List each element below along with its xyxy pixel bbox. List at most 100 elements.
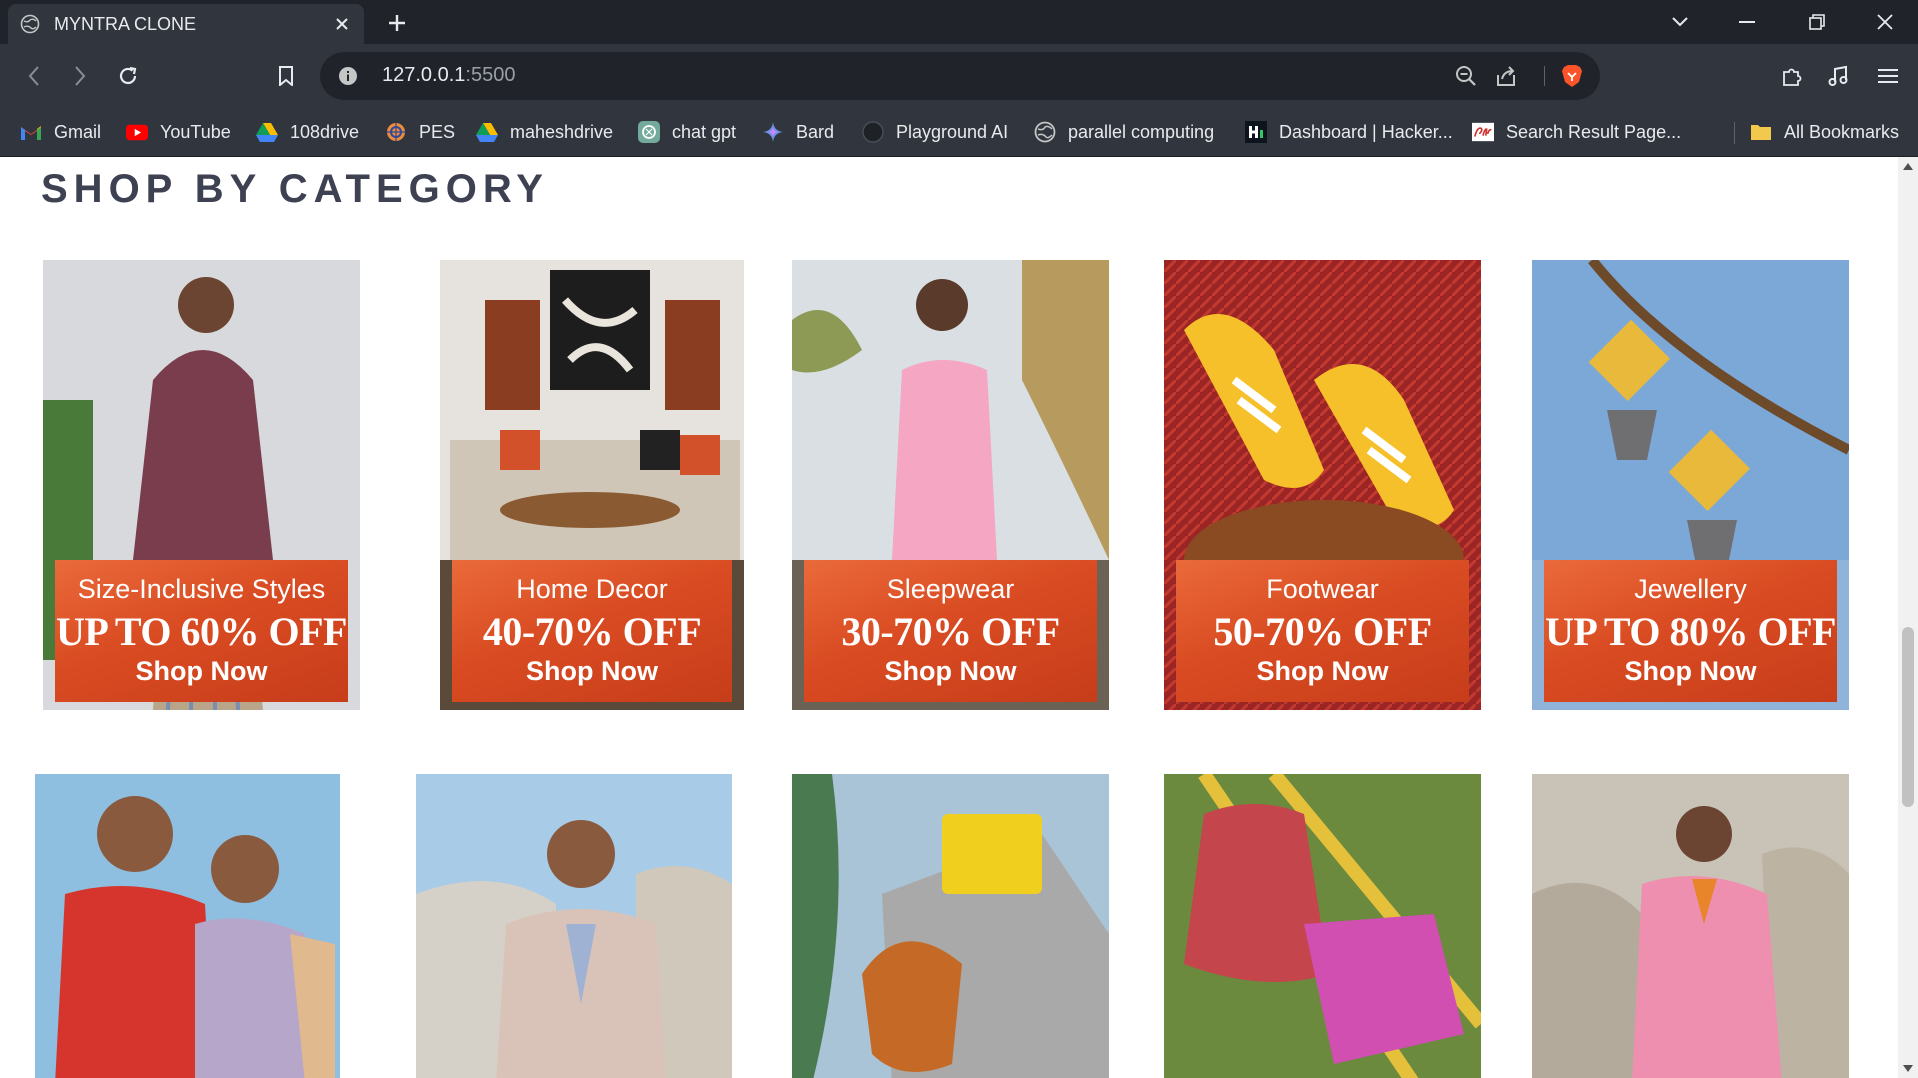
bookmark-hackerrank[interactable]: Dashboard | Hacker... <box>1245 120 1453 144</box>
category-image <box>416 774 732 1078</box>
close-window-button[interactable] <box>1865 6 1905 38</box>
category-offer: 50-70% OFF <box>1213 609 1432 654</box>
bookmark-label: Bard <box>796 121 835 142</box>
youtube-icon <box>126 121 148 143</box>
category-title: Footwear <box>1266 574 1379 604</box>
zoom-button[interactable] <box>1454 64 1478 88</box>
category-card-jewellery[interactable]: Jewellery UP TO 80% OFF Shop Now <box>1532 260 1849 710</box>
category-card-home-decor[interactable]: Home Decor 40-70% OFF Shop Now <box>440 260 744 710</box>
brave-shields-button[interactable] <box>1560 64 1584 88</box>
zoom-out-icon <box>1456 66 1476 86</box>
address-bar[interactable]: 127.0.0.1:5500 <box>320 52 1600 100</box>
globe-icon <box>20 14 40 34</box>
google-drive-icon <box>476 121 498 143</box>
reload-button[interactable] <box>112 60 144 92</box>
scroll-thumb[interactable] <box>1902 627 1914 807</box>
page-content: SHOP BY CATEGORY Size-Inclusive Styles U… <box>0 157 1898 1078</box>
bookmark-playground-ai[interactable]: Playground AI <box>862 120 1008 144</box>
bookmark-label: Dashboard | Hacker... <box>1279 121 1453 142</box>
offer-banner: Sleepwear 30-70% OFF Shop Now <box>804 560 1097 702</box>
menu-button[interactable] <box>1872 60 1904 92</box>
category-card-size-inclusive[interactable]: Size-Inclusive Styles UP TO 60% OFF Shop… <box>43 260 360 710</box>
minimize-button[interactable] <box>1727 6 1767 38</box>
bookmark-parallel-computing[interactable]: parallel computing <box>1034 120 1214 144</box>
bookmark-search-result[interactable]: Search Result Page... <box>1472 120 1681 144</box>
restore-icon <box>1809 14 1825 30</box>
brave-lion-icon <box>1562 65 1582 87</box>
active-tab[interactable]: MYNTRA CLONE <box>8 4 364 44</box>
category-offer: UP TO 60% OFF <box>56 609 347 654</box>
forward-arrow-icon <box>75 66 86 86</box>
bookmark-bard[interactable]: Bard <box>762 120 834 144</box>
category-card-sleepwear[interactable]: Sleepwear 30-70% OFF Shop Now <box>792 260 1109 710</box>
category-image <box>792 774 1109 1078</box>
globe-icon <box>1034 121 1056 143</box>
url-host: 127.0.0.1 <box>382 64 466 86</box>
back-button[interactable] <box>18 60 50 92</box>
offer-banner: Footwear 50-70% OFF Shop Now <box>1176 560 1469 702</box>
hamburger-menu-icon <box>1878 69 1898 83</box>
category-card-kids-wear[interactable] <box>1164 774 1481 1078</box>
bookmark-label: maheshdrive <box>510 121 614 142</box>
category-card-handbags[interactable] <box>792 774 1109 1078</box>
extensions-button[interactable] <box>1776 60 1808 92</box>
tab-bar: MYNTRA CLONE <box>0 0 1918 44</box>
shop-now-label: Shop Now <box>1256 656 1389 686</box>
bookmark-gmail[interactable]: Gmail <box>20 120 101 144</box>
back-arrow-icon <box>28 66 39 86</box>
new-tab-button[interactable] <box>380 8 414 38</box>
bookmark-youtube[interactable]: YouTube <box>126 120 231 144</box>
scroll-down-arrow-icon[interactable] <box>1903 1065 1913 1072</box>
bookmark-icon <box>279 66 293 86</box>
search-result-icon <box>1472 121 1494 143</box>
category-card-blazers[interactable] <box>416 774 732 1078</box>
forward-button[interactable] <box>64 60 96 92</box>
plus-icon <box>389 15 405 31</box>
reload-icon <box>119 66 137 85</box>
category-title: Size-Inclusive Styles <box>77 574 326 604</box>
bard-icon <box>762 121 784 143</box>
bookmark-label: Gmail <box>54 121 102 142</box>
google-drive-icon <box>256 121 278 143</box>
all-bookmarks-button[interactable]: All Bookmarks <box>1750 120 1899 144</box>
bookmark-label: YouTube <box>160 121 231 142</box>
bookmark-label: Search Result Page... <box>1506 121 1682 142</box>
shop-now-label: Shop Now <box>884 656 1017 686</box>
category-offer: 30-70% OFF <box>841 609 1060 654</box>
scroll-up-arrow-icon[interactable] <box>1903 163 1913 170</box>
category-title: Jewellery <box>1634 574 1747 604</box>
bookmark-label: PES <box>419 121 456 142</box>
page-scrollbar[interactable] <box>1898 157 1918 1078</box>
share-icon <box>1497 66 1515 86</box>
share-button[interactable] <box>1494 64 1518 88</box>
playground-ai-icon <box>862 121 884 143</box>
bookmark-label: Playground AI <box>896 121 1009 142</box>
gmail-icon <box>20 121 42 143</box>
hackerrank-icon <box>1245 121 1267 143</box>
bookmark-page-button[interactable] <box>270 60 302 92</box>
category-card-footwear[interactable]: Footwear 50-70% OFF Shop Now <box>1164 260 1481 710</box>
category-title: Sleepwear <box>886 574 1015 604</box>
offer-banner: Size-Inclusive Styles UP TO 60% OFF Shop… <box>55 560 348 702</box>
category-image <box>1164 774 1481 1078</box>
tab-search-button[interactable] <box>1660 6 1700 38</box>
url-port: :5500 <box>465 64 516 86</box>
category-offer: 40-70% OFF <box>482 609 702 654</box>
category-image <box>1532 774 1849 1078</box>
category-card-western-wear[interactable] <box>1532 774 1849 1078</box>
media-button[interactable] <box>1822 60 1854 92</box>
bookmark-108drive[interactable]: 108drive <box>256 120 359 144</box>
shop-now-label: Shop Now <box>135 656 268 686</box>
bookmark-maheshdrive[interactable]: maheshdrive <box>476 120 613 144</box>
shop-now-label: Shop Now <box>526 656 658 686</box>
bookmarks-divider <box>1734 122 1735 144</box>
bookmark-pes[interactable]: PES <box>385 120 455 144</box>
minimize-icon <box>1739 21 1755 23</box>
section-title: SHOP BY CATEGORY <box>41 167 549 211</box>
category-card-ethnic-wear[interactable] <box>35 774 340 1078</box>
restore-button[interactable] <box>1797 6 1837 38</box>
close-tab-icon[interactable] <box>330 12 354 36</box>
site-info-icon[interactable] <box>338 66 358 86</box>
bookmark-chat-gpt[interactable]: chat gpt <box>638 120 736 144</box>
bookmarks-bar: Gmail YouTube 108drive PES maheshdrive c… <box>0 108 1918 157</box>
